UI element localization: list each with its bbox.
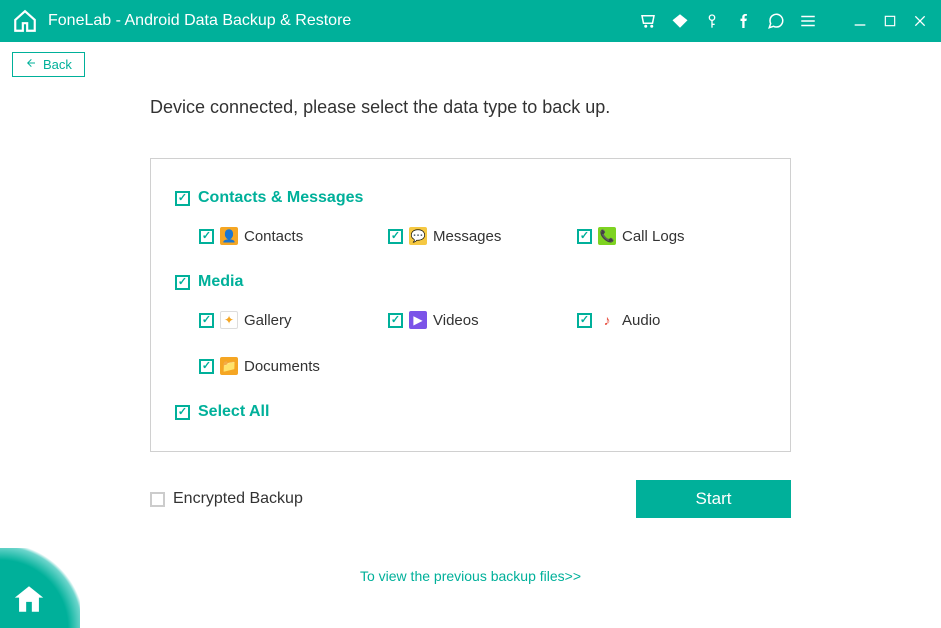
titlebar-left: FoneLab - Android Data Backup & Restore (12, 8, 351, 34)
titlebar-right (639, 12, 929, 30)
checkbox-select-all[interactable] (175, 405, 190, 420)
contacts-icon: 👤 (220, 227, 238, 245)
group-media[interactable]: Media (175, 273, 766, 291)
key-icon[interactable] (703, 12, 721, 30)
audio-icon: ♪ (598, 311, 616, 329)
item-label-contacts: Contacts (244, 228, 303, 245)
main-content: Device connected, please select the data… (0, 42, 941, 586)
minimize-icon[interactable] (851, 12, 869, 30)
select-all-row[interactable]: Select All (175, 403, 766, 421)
item-label-gallery: Gallery (244, 312, 292, 329)
messages-icon: 💬 (409, 227, 427, 245)
view-previous-link[interactable]: To view the previous backup files>> (360, 568, 581, 584)
window-controls (851, 12, 929, 30)
item-documents[interactable]: 📁 Documents (199, 357, 388, 375)
item-label-audio: Audio (622, 312, 660, 329)
group-contacts-messages[interactable]: Contacts & Messages (175, 189, 766, 207)
item-audio[interactable]: ♪ Audio (577, 311, 766, 329)
app-title: FoneLab - Android Data Backup & Restore (48, 12, 351, 30)
checkbox-media[interactable] (175, 275, 190, 290)
titlebar: FoneLab - Android Data Backup & Restore (0, 0, 941, 42)
checkbox-messages[interactable] (388, 229, 403, 244)
group-label-contacts-messages: Contacts & Messages (198, 189, 363, 207)
videos-icon: ▶ (409, 311, 427, 329)
checkbox-calllogs[interactable] (577, 229, 592, 244)
back-button[interactable]: Back (12, 52, 85, 77)
menu-icon[interactable] (799, 12, 817, 30)
media-row-1: ✦ Gallery ▶ Videos ♪ Audio (175, 311, 766, 329)
item-calllogs[interactable]: 📞 Call Logs (577, 227, 766, 245)
checkbox-audio[interactable] (577, 313, 592, 328)
wifi-icon[interactable] (671, 12, 689, 30)
checkbox-documents[interactable] (199, 359, 214, 374)
select-all-label: Select All (198, 403, 269, 421)
calllogs-icon: 📞 (598, 227, 616, 245)
contacts-messages-row: 👤 Contacts 💬 Messages 📞 Call Logs (175, 227, 766, 245)
encrypted-backup-row[interactable]: Encrypted Backup (150, 490, 303, 508)
checkbox-contacts[interactable] (199, 229, 214, 244)
start-button[interactable]: Start (636, 480, 791, 518)
media-row-2: 📁 Documents (175, 357, 766, 375)
facebook-icon[interactable] (735, 12, 753, 30)
item-videos[interactable]: ▶ Videos (388, 311, 577, 329)
checkbox-videos[interactable] (388, 313, 403, 328)
home-logo-icon (12, 8, 38, 34)
feedback-icon[interactable] (767, 12, 785, 30)
corner-home-button[interactable] (0, 548, 80, 628)
checkbox-gallery[interactable] (199, 313, 214, 328)
item-messages[interactable]: 💬 Messages (388, 227, 577, 245)
encrypted-backup-label: Encrypted Backup (173, 490, 303, 508)
item-label-calllogs: Call Logs (622, 228, 685, 245)
home-icon (12, 582, 46, 616)
maximize-icon[interactable] (881, 12, 899, 30)
group-label-media: Media (198, 273, 243, 291)
item-gallery[interactable]: ✦ Gallery (199, 311, 388, 329)
checkbox-contacts-messages[interactable] (175, 191, 190, 206)
gallery-icon: ✦ (220, 311, 238, 329)
close-icon[interactable] (911, 12, 929, 30)
instruction-text: Device connected, please select the data… (150, 97, 791, 118)
item-label-documents: Documents (244, 358, 320, 375)
footer-row: Encrypted Backup Start (150, 480, 791, 518)
documents-icon: 📁 (220, 357, 238, 375)
selection-panel: Contacts & Messages 👤 Contacts 💬 Message… (150, 158, 791, 452)
checkbox-encrypted-backup[interactable] (150, 492, 165, 507)
view-previous-container: To view the previous backup files>> (150, 568, 791, 586)
back-arrow-icon (25, 57, 37, 72)
item-label-messages: Messages (433, 228, 501, 245)
item-label-videos: Videos (433, 312, 479, 329)
back-button-label: Back (43, 57, 72, 72)
cart-icon[interactable] (639, 12, 657, 30)
item-contacts[interactable]: 👤 Contacts (199, 227, 388, 245)
